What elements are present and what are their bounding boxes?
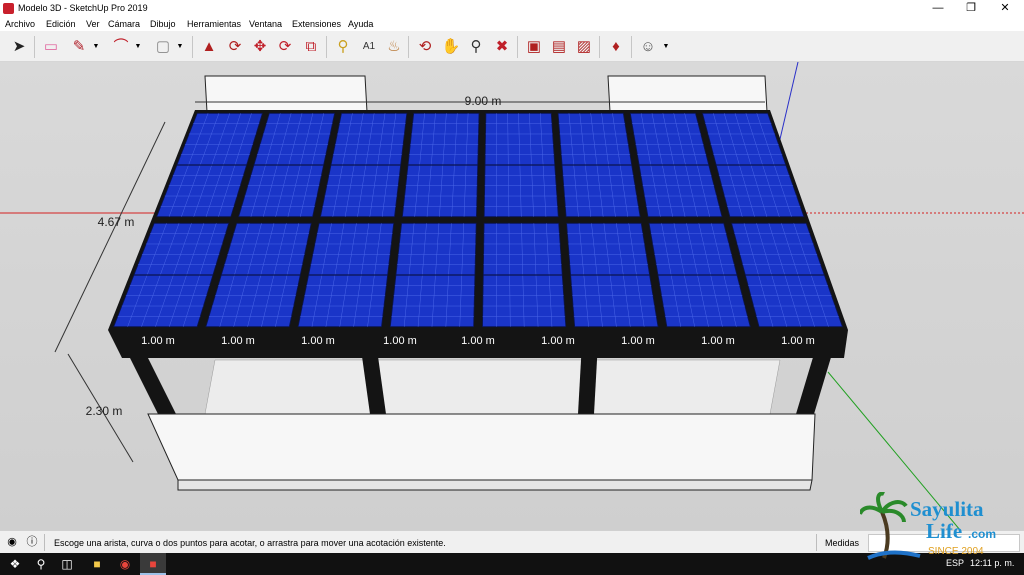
menu-ventana[interactable]: Ventana xyxy=(249,19,282,29)
menu-dibujo[interactable]: Dibujo xyxy=(150,19,176,29)
paint-bucket-icon[interactable]: ♨ xyxy=(383,36,405,58)
model-canvas[interactable]: 9.00 m 4.67 m 2.30 m 1.00 m 1.00 m 1.00 m1… xyxy=(0,62,1024,530)
file-explorer-icon[interactable]: ■ xyxy=(84,553,110,575)
account-icon[interactable]: ☺ xyxy=(637,36,659,58)
menu-ver[interactable]: Ver xyxy=(86,19,100,29)
toolbar-divider xyxy=(408,36,409,58)
back-wall-left xyxy=(204,75,368,113)
task-view-icon[interactable]: ◫ xyxy=(54,553,80,575)
watermark-line1: Sayulita xyxy=(910,497,984,521)
eraser-icon[interactable]: ▭ xyxy=(40,36,62,58)
toolbar-divider xyxy=(631,36,632,58)
panel-gap-label[interactable]: 1.00 m xyxy=(701,335,735,347)
panel-gap-label[interactable]: 1.00 m xyxy=(541,335,575,347)
sketchup-icon[interactable]: ■ xyxy=(140,553,166,575)
panel-gap-label[interactable]: 1.00 m xyxy=(781,335,815,347)
select-icon[interactable]: ➤ xyxy=(8,36,30,58)
zoom-extents-icon[interactable]: ✖ xyxy=(491,36,513,58)
panel-gap-label[interactable]: 1.00 m xyxy=(621,335,655,347)
search-icon[interactable]: ⚲ xyxy=(28,553,54,575)
zoom-icon[interactable]: ⚲ xyxy=(465,36,487,58)
scale-icon[interactable]: ⧉ xyxy=(300,36,322,58)
menu-bar: Archivo Edición Ver Cámara Dibujo Herram… xyxy=(0,17,1024,31)
dimension-height-label[interactable]: 2.30 m xyxy=(86,404,123,418)
chevron-down-icon[interactable]: ▼ xyxy=(92,36,100,58)
model-viewport[interactable]: 9.00 m 4.67 m 2.30 m 1.00 m 1.00 m 1.00 m1… xyxy=(0,62,1024,530)
status-divider xyxy=(816,534,817,551)
menu-extensiones[interactable]: Extensiones xyxy=(292,19,341,29)
floor xyxy=(204,359,781,415)
menu-edicion[interactable]: Edición xyxy=(46,19,76,29)
text-icon[interactable]: A1 xyxy=(358,36,380,58)
arc-icon[interactable]: ⌒ xyxy=(110,36,132,58)
watermark-line3: SINCE 2004 xyxy=(928,546,984,557)
watermark-line2-suffix: .com xyxy=(968,527,996,541)
watermark-line2: Life xyxy=(926,519,962,543)
measurements-label: Medidas xyxy=(825,538,860,548)
chrome-icon[interactable]: ◉ xyxy=(112,553,138,575)
tape-measure-icon[interactable]: ⚲ xyxy=(332,36,354,58)
status-message: Escoge una arista, curva o dos puntos pa… xyxy=(54,538,446,548)
panel-gap-label[interactable]: 1.00 m xyxy=(383,335,417,347)
toolbar-divider xyxy=(34,36,35,58)
sayulita-life-logo: Sayulita Life .com SINCE 2004 xyxy=(860,492,996,560)
restore-icon[interactable]: ❐ xyxy=(954,0,988,17)
toolbar-divider xyxy=(192,36,193,58)
front-wall-base xyxy=(177,479,813,491)
toolbar-divider xyxy=(599,36,600,58)
panel-gap-labels: 1.00 m 1.00 m 1.00 m 1.00 m 1.00 m 1.00 m 1.00… xyxy=(141,335,815,347)
close-icon[interactable]: ✕ xyxy=(988,0,1022,17)
solar-panel-array xyxy=(108,110,848,330)
pencil-icon[interactable]: ✎ xyxy=(68,36,90,58)
panel-gap-label[interactable]: 1.00 m xyxy=(461,335,495,347)
window-title: Modelo 3D - SketchUp Pro 2019 xyxy=(18,3,148,13)
toolbar-divider xyxy=(326,36,327,58)
sketchup-app-icon xyxy=(3,3,14,14)
panel-gap-label[interactable]: 1.00 m xyxy=(221,335,255,347)
push-pull-icon[interactable]: ▲ xyxy=(198,36,220,58)
info-icon[interactable]: ⓘ xyxy=(26,536,38,548)
pan-icon[interactable]: ✋ xyxy=(440,36,462,58)
extension-manager-icon[interactable]: ♦ xyxy=(605,36,627,58)
orbit-icon[interactable]: ⟲ xyxy=(414,36,436,58)
menu-archivo[interactable]: Archivo xyxy=(5,19,35,29)
menu-ayuda[interactable]: Ayuda xyxy=(348,19,373,29)
offset-icon[interactable]: ⟳ xyxy=(224,36,246,58)
dimension-depth-label[interactable]: 4.67 m xyxy=(98,215,135,229)
main-toolbar: ➤ ▭ ✎ ▼ ⌒ ▼ ▢ ▼ ▲ ⟳ ✥ ⟳ ⧉ ⚲ A1 ♨ ⟲ ✋ ⚲ ✖… xyxy=(0,31,1024,62)
geolocation-icon[interactable]: ◉ xyxy=(6,536,18,548)
panel-gap-label[interactable]: 1.00 m xyxy=(141,335,175,347)
dimension-length-label[interactable]: 9.00 m xyxy=(465,94,502,108)
status-divider xyxy=(44,534,45,551)
chevron-down-icon[interactable]: ▼ xyxy=(134,36,142,58)
layout-icon[interactable]: ▨ xyxy=(573,36,595,58)
rectangle-icon[interactable]: ▢ xyxy=(152,36,174,58)
front-wall xyxy=(147,413,816,481)
move-icon[interactable]: ✥ xyxy=(249,36,271,58)
chevron-down-icon[interactable]: ▼ xyxy=(662,36,670,58)
chevron-down-icon[interactable]: ▼ xyxy=(176,36,184,58)
back-wall-right xyxy=(607,75,768,113)
title-bar: Modelo 3D - SketchUp Pro 2019 — ❐ ✕ xyxy=(0,0,1024,17)
minimize-icon[interactable]: — xyxy=(921,0,955,17)
windows-start-icon[interactable]: ❖ xyxy=(2,553,28,575)
toolbar-divider xyxy=(517,36,518,58)
warehouse-icon[interactable]: ▣ xyxy=(523,36,545,58)
panel-gap-label[interactable]: 1.00 m xyxy=(301,335,335,347)
rotate-icon[interactable]: ⟳ xyxy=(274,36,296,58)
menu-herramientas[interactable]: Herramientas xyxy=(187,19,241,29)
extension-warehouse-icon[interactable]: ▤ xyxy=(548,36,570,58)
menu-camara[interactable]: Cámara xyxy=(108,19,140,29)
